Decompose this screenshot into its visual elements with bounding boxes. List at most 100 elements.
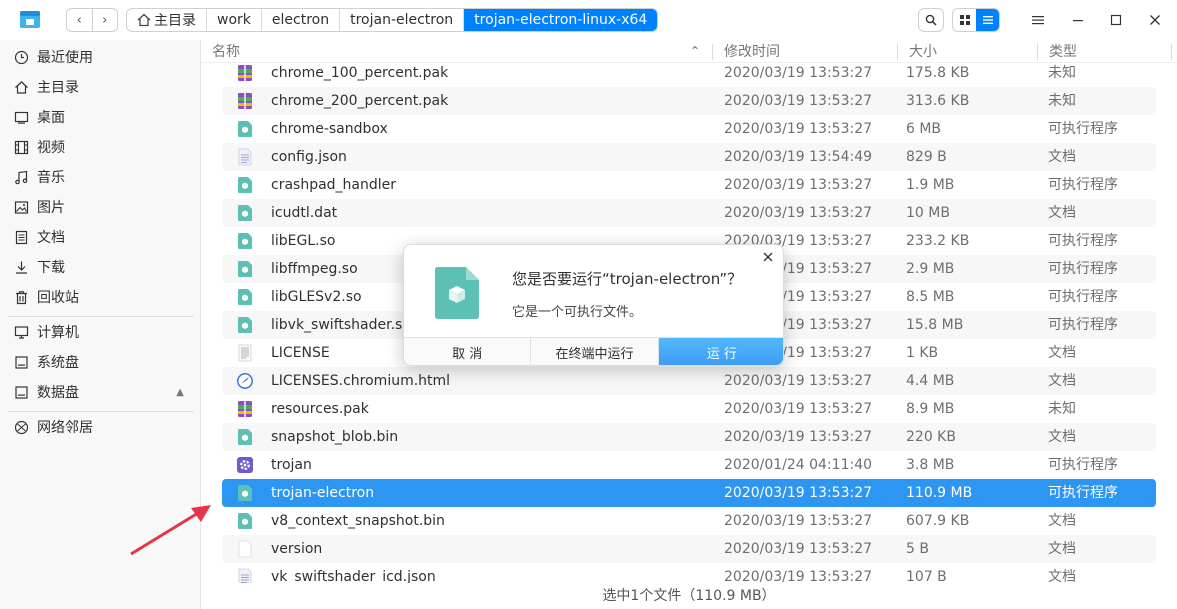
file-exec-icon — [236, 484, 254, 502]
file-type: 可执行程序 — [1048, 233, 1118, 249]
file-row[interactable]: crashpad_handler 2020/03/19 13:53:27 1.9 M… — [222, 171, 1156, 199]
sidebar-item-downloads[interactable]: 下载 — [0, 252, 200, 282]
file-name: v8_context_snapshot.bin — [271, 513, 445, 529]
file-name: crashpad_handler — [271, 177, 397, 193]
cancel-button[interactable]: 取 消 — [404, 338, 532, 365]
column-modified[interactable]: 修改时间 — [718, 41, 780, 63]
menu-button[interactable] — [1026, 8, 1050, 32]
run-button[interactable]: 运 行 — [658, 338, 783, 365]
sidebar-item-desktop[interactable]: 桌面 — [0, 102, 200, 132]
breadcrumb-home[interactable]: 主目录 — [127, 9, 207, 31]
sidebar-item-home[interactable]: 主目录 — [0, 72, 200, 102]
column-name[interactable]: 名称 — [206, 41, 240, 63]
sidebar-item-recent[interactable]: 最近使用 — [0, 42, 200, 72]
file-name: chrome_100_percent.pak — [271, 65, 449, 81]
file-name: LICENSES.chromium.html — [271, 373, 451, 389]
column-divider[interactable] — [897, 44, 898, 60]
file-row[interactable]: vk_swiftshader_icd.json 2020/03/19 13:53:… — [222, 563, 1156, 583]
dialog-buttons: 取 消 在终端中运行 运 行 — [404, 337, 783, 365]
breadcrumb-current[interactable]: trojan-electron-linux-x64 — [464, 9, 658, 31]
list-view-button[interactable] — [976, 9, 999, 31]
file-exec-icon — [236, 204, 254, 222]
file-modified: 2020/03/19 13:53:27 — [724, 429, 873, 445]
maximize-button[interactable] — [1104, 8, 1128, 32]
menu-icon — [1032, 16, 1044, 25]
sidebar-item-computer[interactable]: 计算机 — [0, 317, 200, 347]
file-row[interactable]: snapshot_blob.bin 2020/03/19 13:53:27 220 … — [222, 423, 1156, 451]
image-icon — [13, 199, 29, 215]
file-size: 1.9 MB — [906, 177, 955, 193]
file-size: 4.4 MB — [906, 373, 955, 389]
breadcrumb-trojan-electron[interactable]: trojan-electron — [340, 9, 465, 31]
column-type[interactable]: 类型 — [1043, 41, 1077, 63]
file-row[interactable]: chrome-sandbox 2020/03/19 13:53:27 6 MB 可执行… — [222, 115, 1156, 143]
file-row[interactable]: chrome_100_percent.pak 2020/03/19 13:53:2… — [222, 63, 1156, 87]
file-row[interactable]: version 2020/03/19 13:53:27 5 B 文档 — [222, 535, 1156, 563]
file-size: 8.5 MB — [906, 289, 955, 305]
breadcrumb-electron[interactable]: electron — [262, 9, 341, 31]
file-row[interactable]: trojan 2020/01/24 04:11:40 3.8 MB 可执行程序 — [222, 451, 1156, 479]
file-row[interactable]: chrome_200_percent.pak 2020/03/19 13:53:2… — [222, 87, 1156, 115]
file-row[interactable]: v8_context_snapshot.bin 2020/03/19 13:53:… — [222, 507, 1156, 535]
file-size: 1 KB — [906, 345, 939, 361]
file-exec-icon — [236, 260, 254, 278]
close-window-button[interactable] — [1143, 8, 1167, 32]
column-divider[interactable] — [1171, 44, 1172, 60]
chevron-right-icon: › — [102, 12, 108, 28]
file-text-icon — [236, 148, 254, 166]
column-divider[interactable] — [1037, 44, 1038, 60]
sidebar-item-data-disk[interactable]: 数据盘 ▲ — [0, 377, 200, 407]
document-icon — [13, 229, 29, 245]
breadcrumb: 主目录 work electron trojan-electron trojan… — [126, 8, 659, 32]
breadcrumb-work[interactable]: work — [207, 9, 262, 31]
grid-view-button[interactable] — [953, 9, 976, 31]
dialog-title: 您是否要运行“trojan-electron”？ — [512, 270, 743, 288]
file-modified: 2020/03/19 13:53:27 — [724, 373, 873, 389]
back-button[interactable]: ‹ — [67, 9, 92, 31]
file-row[interactable]: resources.pak 2020/03/19 13:53:27 8.9 MB 未知 — [222, 395, 1156, 423]
file-row[interactable]: config.json 2020/03/19 13:54:49 829 B 文档 — [222, 143, 1156, 171]
sidebar-item-label: 下载 — [37, 260, 65, 276]
sidebar-item-videos[interactable]: 视频 — [0, 132, 200, 162]
sidebar-item-trash[interactable]: 回收站 — [0, 282, 200, 312]
file-license-icon — [236, 344, 254, 362]
file-modified: 2020/03/19 13:53:27 — [724, 401, 873, 417]
home-icon — [13, 79, 29, 95]
sidebar-item-system-disk[interactable]: 系统盘 — [0, 347, 200, 377]
file-exec-icon — [236, 288, 254, 306]
column-size[interactable]: 大小 — [903, 41, 937, 63]
sidebar-item-documents[interactable]: 文档 — [0, 222, 200, 252]
search-button[interactable] — [918, 8, 944, 32]
file-size: 829 B — [906, 149, 947, 165]
titlebar: ‹ › 主目录 work electron trojan-electron tr… — [0, 0, 1177, 40]
file-row[interactable]: LICENSES.chromium.html 2020/03/19 13:53:2… — [222, 367, 1156, 395]
executable-file-icon — [435, 267, 479, 319]
dialog-close-button[interactable] — [760, 249, 776, 265]
file-type: 可执行程序 — [1048, 261, 1118, 277]
run-in-terminal-button[interactable]: 在终端中运行 — [531, 338, 659, 365]
file-type: 未知 — [1048, 93, 1076, 109]
sidebar-item-music[interactable]: 音乐 — [0, 162, 200, 192]
file-pak-icon — [236, 64, 254, 82]
file-modified: 2020/03/19 13:53:27 — [724, 485, 873, 501]
sidebar-item-pictures[interactable]: 图片 — [0, 192, 200, 222]
minimize-button[interactable] — [1066, 8, 1090, 32]
sidebar-item-network[interactable]: 网络邻居 — [0, 412, 200, 442]
search-icon — [925, 14, 937, 26]
file-name: LICENSE — [271, 345, 330, 361]
music-icon — [13, 169, 29, 185]
sidebar-item-label: 回收站 — [37, 290, 79, 306]
file-size: 3.8 MB — [906, 457, 955, 473]
eject-icon[interactable]: ▲ — [176, 387, 184, 398]
file-row[interactable]: icudtl.dat 2020/03/19 13:53:27 10 MB 文档 — [222, 199, 1156, 227]
column-divider[interactable] — [712, 44, 713, 60]
file-type: 文档 — [1048, 513, 1076, 529]
sidebar-item-label: 主目录 — [37, 80, 79, 96]
file-exec-icon — [236, 316, 254, 334]
file-name: chrome_200_percent.pak — [271, 93, 449, 109]
file-size: 2.9 MB — [906, 261, 955, 277]
file-row[interactable]: trojan-electron 2020/03/19 13:53:27 110.9 … — [222, 479, 1156, 507]
forward-button[interactable]: › — [91, 9, 118, 31]
file-name: icudtl.dat — [271, 205, 338, 221]
file-name: vk_swiftshader_icd.json — [271, 569, 436, 583]
